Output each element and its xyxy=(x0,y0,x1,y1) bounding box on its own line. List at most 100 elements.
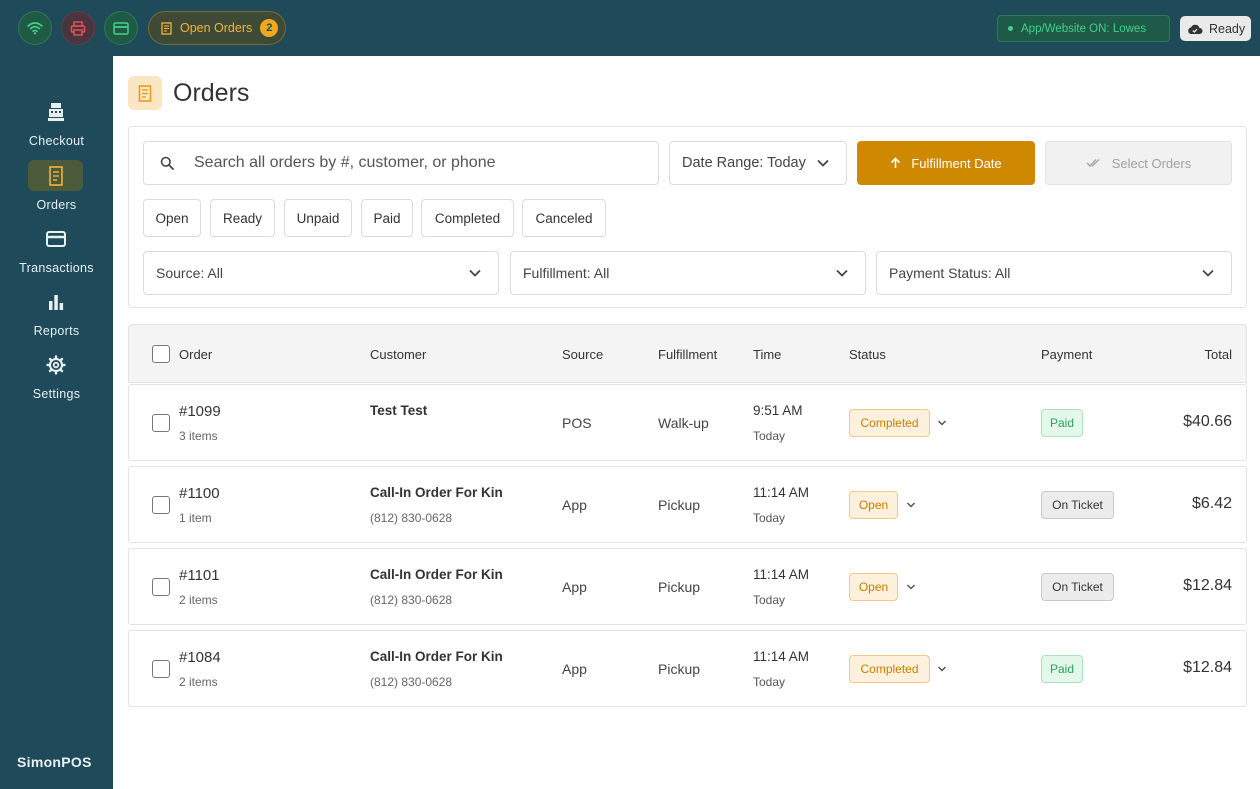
double-check-icon xyxy=(1086,158,1100,168)
bar-chart-icon xyxy=(48,294,63,310)
order-item-count: 2 items xyxy=(179,675,218,689)
receipt-icon xyxy=(138,84,152,102)
customer-phone: (812) 830-0628 xyxy=(370,511,453,525)
customer-name: Call-In Order For Kin xyxy=(370,649,503,664)
column-header-time[interactable]: Time xyxy=(753,347,781,362)
customer-phone: (812) 830-0628 xyxy=(370,675,453,689)
order-item-count: 3 items xyxy=(179,429,218,443)
arrow-up-icon xyxy=(891,157,901,168)
filter-chip-open[interactable]: Open xyxy=(143,199,201,237)
order-source: App xyxy=(562,497,587,513)
order-day: Today xyxy=(753,675,786,689)
app-status-label: App/Website ON: Lowes xyxy=(1021,22,1147,35)
order-time: 11:14 AM xyxy=(753,649,810,664)
column-header-payment[interactable]: Payment xyxy=(1041,347,1092,362)
search-input[interactable] xyxy=(194,154,634,172)
sidebar-item-orders[interactable]: Orders xyxy=(0,160,113,220)
payment-status-filter-label: Payment Status: All xyxy=(889,265,1011,281)
column-header-fulfillment[interactable]: Fulfillment xyxy=(658,347,717,362)
order-fulfillment: Pickup xyxy=(658,579,701,595)
filter-chip-canceled[interactable]: Canceled xyxy=(522,199,606,237)
table-row[interactable]: #1100 1 item Call-In Order For Kin (812)… xyxy=(128,466,1247,543)
source-filter-dropdown[interactable]: Source: All xyxy=(143,251,499,295)
sidebar-item-label: Settings xyxy=(32,387,81,401)
column-header-source[interactable]: Source xyxy=(562,347,603,362)
order-day: Today xyxy=(753,593,786,607)
sidebar-item-transactions[interactable]: Transactions xyxy=(0,223,113,283)
receipt-icon-wrap xyxy=(28,160,83,191)
app-website-status[interactable]: App/Website ON: Lowes xyxy=(997,15,1170,42)
top-bar: Open Orders 2 App/Website ON: Lowes Read… xyxy=(0,0,1260,56)
wifi-status-button[interactable] xyxy=(18,11,52,45)
order-number: #1099 xyxy=(179,403,221,420)
order-number: #1101 xyxy=(179,567,220,584)
select-orders-label: Select Orders xyxy=(1111,155,1192,171)
printer-icon xyxy=(70,20,86,36)
table-row[interactable]: #1084 2 items Call-In Order For Kin (812… xyxy=(128,630,1247,707)
order-total: $6.42 xyxy=(1191,495,1232,512)
filter-chip-unpaid[interactable]: Unpaid xyxy=(284,199,352,237)
customer-name: Call-In Order For Kin xyxy=(370,567,503,582)
date-range-dropdown[interactable]: Date Range: Today xyxy=(669,141,847,185)
order-item-count: 2 items xyxy=(179,593,218,607)
bar-chart-icon-wrap xyxy=(28,286,83,317)
status-badge[interactable]: Completed xyxy=(849,409,930,437)
filter-chip-completed[interactable]: Completed xyxy=(421,199,514,237)
sidebar-item-reports[interactable]: Reports xyxy=(0,286,113,346)
ready-status-button[interactable]: Ready xyxy=(1180,16,1251,41)
open-orders-button[interactable]: Open Orders 2 xyxy=(148,11,286,45)
chevron-down-icon[interactable] xyxy=(937,664,947,674)
order-total: $12.84 xyxy=(1183,659,1232,676)
order-total: $40.66 xyxy=(1183,413,1232,430)
card-reader-status-button[interactable] xyxy=(104,11,138,45)
sidebar-item-label: Checkout xyxy=(28,134,85,148)
order-time: 9:51 AM xyxy=(753,403,803,418)
register-icon xyxy=(47,102,64,121)
payment-badge: Paid xyxy=(1041,655,1083,683)
row-checkbox[interactable] xyxy=(152,660,170,678)
column-header-status[interactable]: Status xyxy=(849,347,886,362)
printer-status-button[interactable] xyxy=(61,11,95,45)
order-number: #1084 xyxy=(179,649,221,666)
select-all-checkbox[interactable] xyxy=(152,345,170,363)
fulfillment-date-sort-button[interactable]: Fulfillment Date xyxy=(857,141,1035,185)
chevron-down-icon xyxy=(1202,269,1214,277)
chevron-down-icon xyxy=(836,269,848,277)
status-badge[interactable]: Open xyxy=(849,573,898,601)
chevron-down-icon[interactable] xyxy=(906,500,916,510)
gear-icon xyxy=(45,354,66,375)
table-row[interactable]: #1101 2 items Call-In Order For Kin (812… xyxy=(128,548,1247,625)
receipt-icon xyxy=(48,165,63,186)
search-box[interactable] xyxy=(143,141,659,185)
status-badge[interactable]: Open xyxy=(849,491,898,519)
select-orders-button[interactable]: Select Orders xyxy=(1045,141,1232,185)
sidebar-item-label: Reports xyxy=(33,324,80,338)
order-fulfillment: Pickup xyxy=(658,661,701,677)
order-time: 11:14 AM xyxy=(753,567,810,582)
fulfillment-filter-dropdown[interactable]: Fulfillment: All xyxy=(510,251,866,295)
card-icon-wrap xyxy=(28,223,83,254)
chevron-down-icon[interactable] xyxy=(906,582,916,592)
sidebar-item-settings[interactable]: Settings xyxy=(0,349,113,409)
column-header-order[interactable]: Order xyxy=(179,347,212,362)
ready-label: Ready xyxy=(1209,21,1246,36)
sidebar-item-checkout[interactable]: Checkout xyxy=(0,96,113,156)
status-badge[interactable]: Completed xyxy=(849,655,930,683)
cloud-check-icon xyxy=(1188,24,1203,34)
row-checkbox[interactable] xyxy=(152,496,170,514)
fulfillment-date-label: Fulfillment Date xyxy=(911,155,1002,171)
row-checkbox[interactable] xyxy=(152,578,170,596)
table-row[interactable]: #1099 3 items Test Test POS Walk-up 9:51… xyxy=(128,384,1247,461)
column-header-customer[interactable]: Customer xyxy=(370,347,426,362)
card-icon xyxy=(113,21,129,35)
gear-icon-wrap xyxy=(28,349,83,380)
card-icon xyxy=(45,230,66,247)
payment-status-filter-dropdown[interactable]: Payment Status: All xyxy=(876,251,1232,295)
filter-panel: Date Range: Today Fulfillment Date Selec… xyxy=(128,126,1247,308)
filter-chip-paid[interactable]: Paid xyxy=(361,199,413,237)
filter-chip-ready[interactable]: Ready xyxy=(210,199,275,237)
source-filter-label: Source: All xyxy=(156,265,223,281)
chevron-down-icon[interactable] xyxy=(937,418,947,428)
column-header-total[interactable]: Total xyxy=(1205,347,1232,362)
row-checkbox[interactable] xyxy=(152,414,170,432)
